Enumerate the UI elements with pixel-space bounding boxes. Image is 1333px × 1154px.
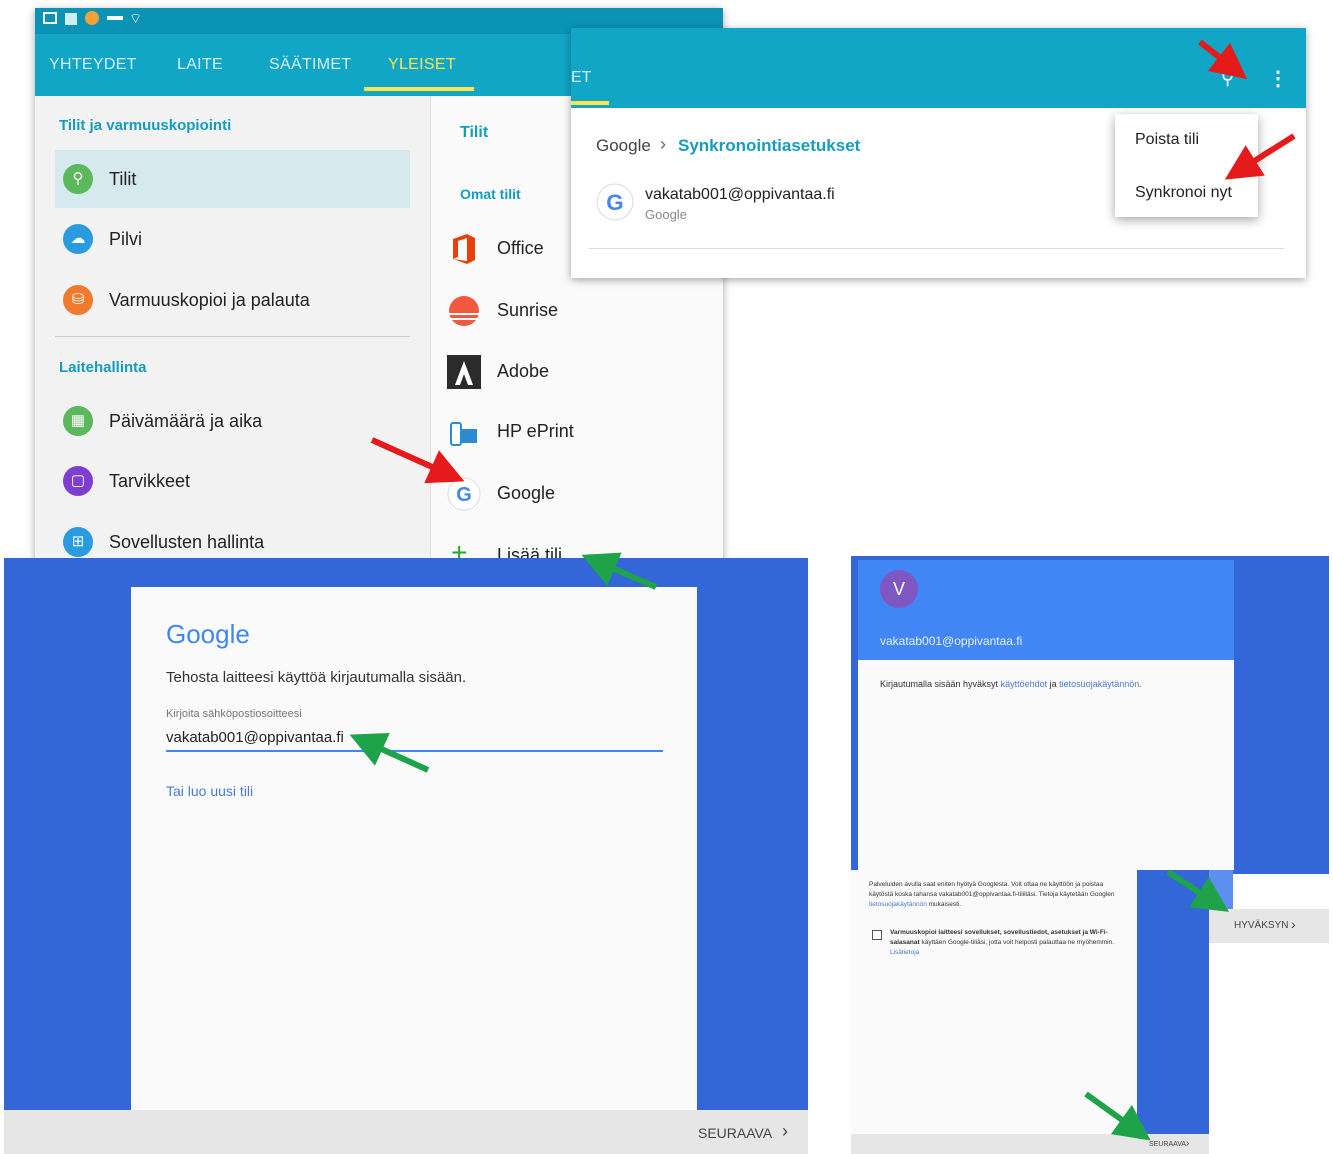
chevron-right-icon: ›: [782, 1121, 788, 1141]
tab-laite[interactable]: LAITE: [177, 56, 223, 74]
backup-text: Varmuuskopioi laitteesi sovellukset, sov…: [890, 928, 1122, 958]
hp-eprint-icon: [450, 422, 477, 446]
consent-email: vakatab001@oppivantaa.fi: [880, 634, 1023, 648]
terms-text: Kirjautumalla sisään hyväksyt käyttöehdo…: [880, 679, 1220, 689]
learn-more-link[interactable]: Lisätietoja: [890, 949, 919, 956]
next-button[interactable]: SEURAAVA: [1149, 1141, 1186, 1148]
chevron-right-icon: ›: [1186, 1138, 1190, 1149]
account-label: HP ePrint: [497, 421, 574, 441]
settings-item-paivamaara[interactable]: ▦ Päivämäärä ja aika: [55, 392, 410, 450]
key-icon: ⚲: [63, 164, 93, 194]
settings-item-tilit[interactable]: ⚲ Tilit: [55, 150, 410, 208]
services-suffix: mukaisesti.: [928, 901, 962, 908]
overflow-menu: Poista tili Synkronoi nyt: [1115, 114, 1258, 217]
account-hp-eprint[interactable]: HP ePrint: [439, 407, 699, 457]
settings-item-label: Päivämäärä ja aika: [109, 411, 263, 431]
avatar: V: [880, 570, 918, 608]
settings-item-label: Varmuuskopioi ja palauta: [109, 290, 310, 310]
section-device-management: Laitehallinta: [59, 359, 147, 376]
create-account-link[interactable]: Tai luo uusi tili: [166, 783, 253, 799]
account-label: Sunrise: [497, 300, 559, 320]
svg-text:G: G: [456, 484, 472, 506]
account-label: Adobe: [497, 361, 550, 381]
next-button[interactable]: SEURAAVA: [698, 1125, 772, 1141]
accept-button[interactable]: HYVÄKSYN: [1234, 920, 1288, 931]
more-options-icon[interactable]: ⋮: [1268, 66, 1288, 91]
calendar-icon: ▦: [63, 406, 93, 436]
account-sunrise[interactable]: Sunrise: [439, 286, 699, 336]
settings-item-label: Sovellusten hallinta: [109, 532, 265, 552]
settings-item-varmuuskopioi[interactable]: ⛁ Varmuuskopioi ja palauta: [55, 271, 410, 329]
email-field-underline: [166, 750, 663, 752]
privacy-link[interactable]: tietosuojakäytännön.: [1059, 679, 1142, 689]
consent-header: V vakatab001@oppivantaa.fi: [858, 560, 1234, 660]
chevron-right-icon: ›: [660, 134, 666, 154]
screenshot-icon: [65, 13, 77, 25]
chevron-right-icon: ›: [1291, 916, 1296, 932]
apps-icon: ⊞: [63, 527, 93, 557]
google-logo: Google: [166, 619, 250, 649]
accounts-title: Tilit: [460, 124, 489, 141]
search-icon[interactable]: ⚲: [1221, 68, 1234, 89]
services-text: Palveluiden avulla saat eniten hyötyä Go…: [869, 880, 1129, 910]
tab-yleiset[interactable]: YLEISET: [388, 56, 456, 74]
divider: [55, 336, 410, 337]
svg-text:G: G: [606, 190, 623, 215]
google-icon: G: [596, 183, 634, 221]
tab-fragment: ET: [571, 69, 592, 86]
settings-item-label: Pilvi: [109, 229, 143, 249]
services-description: Palveluiden avulla saat eniten hyötyä Go…: [869, 881, 1115, 898]
app-icon: [85, 11, 99, 25]
breadcrumb-root[interactable]: Google: [596, 136, 651, 156]
account-email: vakatab001@oppivantaa.fi: [645, 186, 835, 203]
active-tab-indicator: [571, 101, 609, 105]
settings-item-label: Tilit: [109, 169, 137, 189]
account-label: Google: [497, 483, 556, 503]
office-icon: [453, 234, 475, 264]
adobe-icon: [447, 355, 481, 389]
services-card: Palveluiden avulla saat eniten hyötyä Go…: [851, 870, 1137, 1134]
account-label: Office: [497, 238, 544, 258]
settings-item-pilvi[interactable]: ☁ Pilvi: [55, 210, 410, 268]
active-tab-indicator: [364, 87, 474, 91]
sunrise-icon: [449, 296, 479, 326]
sync-toolbar: ET ⚲ ⋮: [571, 28, 1306, 108]
services-footer: SEURAAVA ›: [851, 1134, 1209, 1154]
breadcrumb-current: Synkronointiasetukset: [678, 136, 861, 155]
wifi-icon: ⌔: [129, 10, 143, 26]
accessory-icon: ▢: [63, 466, 93, 496]
settings-item-label: Tarvikkeet: [109, 471, 191, 491]
signin-subtitle: Tehosta laitteesi käyttöä kirjautumalla …: [166, 669, 467, 686]
account-google[interactable]: G Google: [439, 469, 699, 519]
services-privacy-link[interactable]: tietosuojakäytännön: [869, 901, 927, 908]
backup-description: käyttäen Google-tiliäsi, jotta voit help…: [921, 939, 1115, 946]
consent-card: Kirjautumalla sisään hyväksyt käyttöehdo…: [858, 660, 1234, 870]
backup-checkbox[interactable]: [872, 930, 882, 940]
signin-footer: SEURAAVA ›: [4, 1110, 808, 1154]
terms-and: ja: [1049, 679, 1057, 689]
backup-icon: ⛁: [63, 285, 93, 315]
my-accounts-heading: Omat tilit: [460, 186, 521, 202]
account-adobe[interactable]: Adobe: [439, 347, 699, 397]
signin-card: Google Tehosta laitteesi käyttöä kirjaut…: [131, 587, 697, 1112]
google-icon: G: [447, 477, 481, 511]
menu-item-remove-account[interactable]: Poista tili: [1135, 131, 1199, 149]
accept-footer: HYVÄKSYN ›: [1209, 909, 1329, 943]
section-accounts-backup: Tilit ja varmuuskopiointi: [59, 117, 232, 134]
terms-link[interactable]: käyttöehdot: [1001, 679, 1048, 689]
email-field-label: Kirjoita sähköpostiosoitteesi: [166, 708, 302, 720]
terms-prefix: Kirjautumalla sisään hyväksyt: [880, 679, 999, 689]
divider: [589, 248, 1284, 249]
tab-yhteydet[interactable]: YHTEYDET: [49, 56, 137, 74]
email-field[interactable]: vakatab001@oppivantaa.fi: [166, 729, 344, 746]
vpn-key-icon: [107, 16, 123, 20]
gallery-icon: [43, 12, 57, 24]
cloud-icon: ☁: [63, 224, 93, 254]
account-type: Google: [645, 207, 687, 222]
settings-list: Tilit ja varmuuskopiointi ⚲ Tilit ☁ Pilv…: [35, 96, 430, 579]
menu-item-sync-now[interactable]: Synkronoi nyt: [1135, 184, 1232, 202]
tab-saatimet[interactable]: SÄÄTIMET: [269, 56, 351, 74]
settings-item-tarvikkeet[interactable]: ▢ Tarvikkeet: [55, 452, 410, 510]
